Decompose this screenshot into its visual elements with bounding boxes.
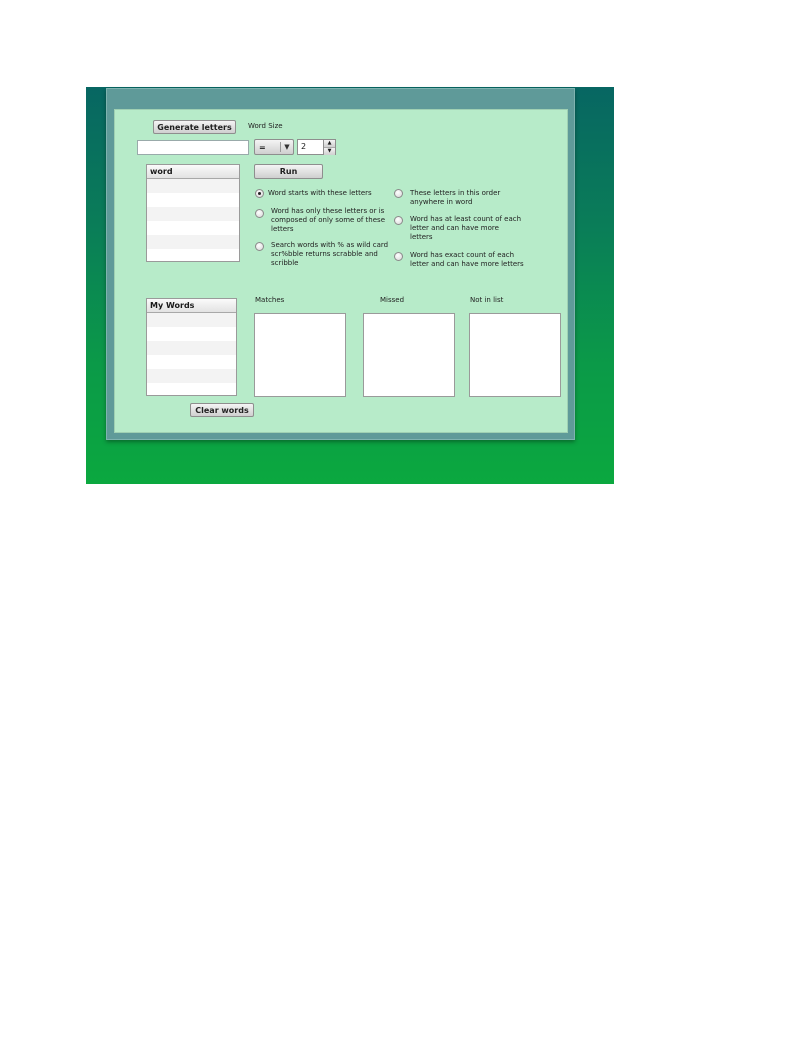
- run-button[interactable]: Run: [254, 164, 323, 179]
- word-size-value[interactable]: 2: [298, 140, 323, 154]
- radio-exact-count[interactable]: [394, 252, 403, 261]
- stepper-up-icon[interactable]: ▲: [324, 140, 335, 147]
- list-item[interactable]: [147, 355, 236, 369]
- operator-select[interactable]: = ▼: [254, 139, 294, 155]
- list-item[interactable]: [147, 193, 239, 207]
- my-words-header[interactable]: My Words: [147, 299, 236, 313]
- list-item[interactable]: [147, 221, 239, 235]
- radio-only-these-letters-label: Word has only these letters or is compos…: [271, 207, 385, 233]
- letters-input[interactable]: [137, 140, 249, 155]
- radio-in-order[interactable]: [394, 189, 403, 198]
- word-list-header[interactable]: word: [147, 165, 239, 179]
- content-panel: Generate letters Word Size = ▼ 2 ▲ ▼ wor…: [114, 109, 568, 433]
- stepper-buttons: ▲ ▼: [323, 140, 335, 155]
- radio-exact-count-label: Word has exact count of each letter and …: [410, 251, 524, 268]
- radio-at-least-count[interactable]: [394, 216, 403, 225]
- my-words-list[interactable]: My Words: [146, 298, 237, 396]
- my-words-rows: [147, 313, 236, 395]
- stepper-down-icon[interactable]: ▼: [324, 147, 335, 155]
- word-list-rows: [147, 179, 239, 261]
- radio-starts-with[interactable]: [255, 189, 264, 198]
- list-item[interactable]: [147, 383, 236, 395]
- missed-box[interactable]: [363, 313, 455, 397]
- not-in-list-label: Not in list: [470, 296, 504, 304]
- list-item[interactable]: [147, 235, 239, 249]
- operator-value: =: [259, 142, 266, 152]
- radio-at-least-count-label: Word has at least count of each letter a…: [410, 215, 522, 241]
- clear-words-button[interactable]: Clear words: [190, 403, 254, 417]
- chevron-down-icon[interactable]: ▼: [281, 143, 293, 151]
- list-item[interactable]: [147, 179, 239, 193]
- word-list[interactable]: word: [146, 164, 240, 262]
- app-background: Generate letters Word Size = ▼ 2 ▲ ▼ wor…: [86, 87, 614, 484]
- list-item[interactable]: [147, 249, 239, 261]
- list-item[interactable]: [147, 327, 236, 341]
- radio-wildcard-label: Search words with % as wild card scr%bbl…: [271, 241, 389, 267]
- word-size-label: Word Size: [248, 122, 283, 130]
- generate-letters-button[interactable]: Generate letters: [153, 120, 236, 134]
- list-item[interactable]: [147, 341, 236, 355]
- radio-in-order-label: These letters in this order anywhere in …: [410, 189, 501, 206]
- main-window: Generate letters Word Size = ▼ 2 ▲ ▼ wor…: [106, 88, 575, 440]
- matches-label: Matches: [255, 296, 285, 304]
- list-item[interactable]: [147, 369, 236, 383]
- radio-wildcard[interactable]: [255, 242, 264, 251]
- radio-only-these-letters[interactable]: [255, 209, 264, 218]
- matches-box[interactable]: [254, 313, 346, 397]
- missed-label: Missed: [380, 296, 405, 304]
- word-size-stepper[interactable]: 2 ▲ ▼: [297, 139, 336, 155]
- list-item[interactable]: [147, 313, 236, 327]
- not-in-list-box[interactable]: [469, 313, 561, 397]
- radio-starts-with-label: Word starts with these letters: [268, 189, 372, 197]
- list-item[interactable]: [147, 207, 239, 221]
